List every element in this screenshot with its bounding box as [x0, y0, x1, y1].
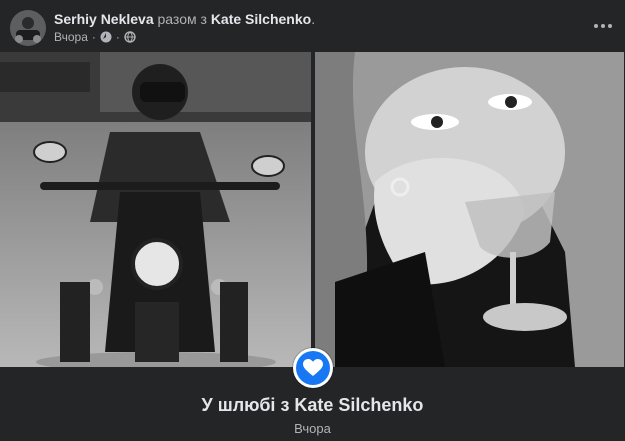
globe-icon: [124, 31, 136, 43]
meta-separator: ·: [91, 30, 96, 44]
author-name[interactable]: Serhiy Nekleva: [54, 11, 154, 27]
avatar-image: [10, 10, 46, 46]
ellipsis-icon: [594, 24, 612, 28]
post-header: Serhiy Nekleva разом з Kate Silchenko. В…: [0, 0, 625, 52]
messenger-rooms-icon: [100, 31, 112, 43]
life-event-date: Вчора: [294, 421, 331, 436]
tagged-user[interactable]: Kate Silchenko: [211, 11, 311, 27]
with-text: разом з: [157, 11, 207, 27]
heart-icon: [303, 359, 323, 376]
woman-photo: [314, 52, 624, 367]
more-options-button[interactable]: [591, 14, 615, 38]
meta-separator-2: ·: [115, 30, 120, 44]
heart-badge-inner: [296, 351, 330, 385]
life-event-footer: У шлюбі з Kate Silchenko Вчора: [0, 348, 625, 441]
photo-right[interactable]: [314, 52, 625, 367]
post-author-line: Serhiy Nekleva разом з Kate Silchenko.: [54, 10, 315, 28]
avatar[interactable]: [10, 10, 46, 46]
photo-grid: [0, 52, 625, 367]
photo-left[interactable]: [0, 52, 311, 367]
post-time[interactable]: Вчора: [54, 29, 88, 45]
post-meta: Вчора · ·: [54, 29, 136, 45]
life-event-title: У шлюбі з Kate Silchenko: [201, 395, 424, 415]
motorcycle-photo: [0, 52, 311, 367]
life-event-badge: [293, 348, 333, 388]
period: .: [311, 11, 316, 27]
